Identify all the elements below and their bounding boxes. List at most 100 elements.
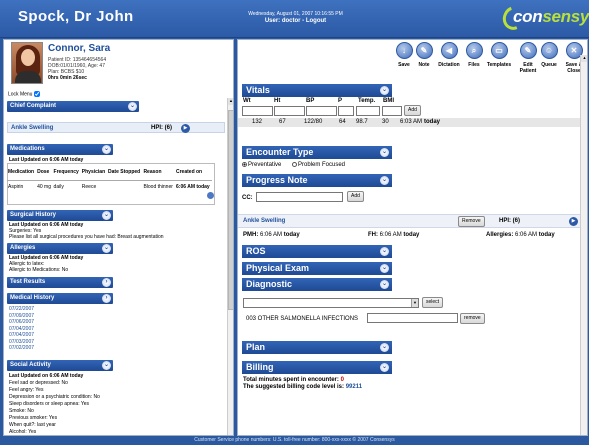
chevron-down-icon[interactable]: ⌄ (380, 148, 389, 157)
dictation-button[interactable]: ◀ Dictation (436, 42, 462, 68)
section-plan[interactable]: Plan ⌄ (242, 341, 392, 354)
diagnosis-note-input[interactable] (367, 313, 458, 323)
add-cc-button[interactable]: Add (347, 191, 364, 202)
files-button[interactable]: ⌕ Files (463, 42, 485, 68)
section-title: Encounter Type (246, 147, 314, 157)
cc-input[interactable] (256, 192, 343, 202)
section-progress-note[interactable]: Progress Note ⌄ (242, 174, 392, 187)
patient-summary-pane: Connor, Sara Patient ID: 135464654564 DO… (3, 39, 234, 436)
chevron-right-icon[interactable]: › (102, 278, 111, 287)
chevron-down-icon[interactable]: ⌄ (102, 244, 111, 253)
vital-value: 132 (252, 119, 263, 125)
scroll-thumb[interactable] (228, 110, 233, 310)
section-allergies[interactable]: Allergies ⌄ (7, 243, 113, 254)
save-button[interactable]: ↓ Save (393, 42, 415, 68)
section-physical-exam[interactable]: Physical Exam ⌄ (242, 262, 392, 275)
complaint-row[interactable]: Ankle Swelling Remove HPI: (6) ▶ (238, 214, 580, 228)
logo-part1: con (513, 7, 543, 26)
section-diagnostic[interactable]: Diagnostic ⌄ (242, 278, 392, 291)
select-button[interactable]: select (422, 297, 444, 308)
remove-complaint-button[interactable]: Remove (458, 216, 485, 227)
section-ros[interactable]: ROS ⌄ (242, 245, 392, 258)
left-scrollbar[interactable]: ▲ (227, 98, 233, 435)
allergies-when: today (538, 232, 555, 238)
complaint-label[interactable]: Ankle Swelling (243, 218, 285, 224)
scroll-up-icon[interactable]: ▲ (581, 55, 587, 62)
row-action-icon[interactable] (207, 192, 214, 199)
chevron-right-icon[interactable]: › (102, 294, 111, 303)
col-reason: Reason (142, 164, 175, 181)
pencil-icon: ✎ (415, 42, 433, 59)
section-medications[interactable]: Medications ⌄ (7, 144, 113, 155)
allergy-line: Allergic to Medications: No (9, 267, 69, 273)
radio-selected-icon[interactable] (242, 162, 247, 167)
table-header-row: Medication Dose Frequency Physician Date… (7, 164, 212, 181)
chevron-down-icon[interactable]: ⌄ (380, 86, 389, 95)
chevron-down-icon[interactable]: ⌄ (380, 264, 389, 273)
billing-label: The suggested billing code level is: (243, 384, 345, 390)
vital-label-temp: Temp. (358, 98, 376, 104)
vital-label-bp: BP (306, 98, 315, 104)
user-name: doctor (281, 18, 301, 24)
logout-link[interactable]: Logout (306, 18, 326, 24)
scroll-up-icon[interactable]: ▲ (228, 98, 233, 105)
section-vitals[interactable]: Vitals ⌄ (242, 84, 392, 97)
user-separator: - (302, 18, 305, 24)
p-input[interactable] (338, 106, 354, 116)
cc-item-row[interactable]: Ankle Swelling HPI: (6) ▶ (7, 122, 225, 133)
section-test-results[interactable]: Test Results › (7, 277, 113, 288)
chevron-down-icon[interactable]: ⌄ (102, 361, 111, 370)
section-medical-history[interactable]: Medical History › (7, 293, 113, 304)
section-surgical-history[interactable]: Surgical History ⌄ (7, 210, 113, 221)
radio-icon[interactable] (292, 162, 297, 167)
templates-button[interactable]: ▭ Templates (484, 42, 514, 68)
allergies-time: 6:06 AM (515, 232, 538, 238)
chevron-down-icon[interactable]: ⌄ (380, 176, 389, 185)
temp-input[interactable] (356, 106, 380, 116)
table-row[interactable]: Aspirin 40 mg daily Reece Blood thinner … (7, 180, 212, 194)
encounter-pane: ↓ Save ✎ Note ◀ Dictation ⌕ Files ▭ Templates… (237, 39, 588, 436)
diagnosis-select[interactable]: ▼ (243, 298, 419, 308)
wt-input[interactable] (242, 106, 273, 116)
chevron-down-icon[interactable]: ⌄ (380, 343, 389, 352)
patient-photo (11, 42, 43, 84)
cc-item-label[interactable]: Ankle Swelling (11, 125, 53, 131)
ht-input[interactable] (274, 106, 305, 116)
add-vitals-button[interactable]: Add (404, 105, 421, 116)
section-social-activity[interactable]: Social Activity ⌄ (7, 360, 113, 371)
chevron-down-icon[interactable]: ▼ (411, 299, 418, 307)
section-title: ROS (246, 246, 266, 256)
chevron-down-icon[interactable]: ⌄ (102, 211, 111, 220)
chevron-down-icon[interactable]: ⌄ (380, 363, 389, 372)
right-scrollbar[interactable]: ▲ (580, 55, 587, 435)
lock-menu-checkbox[interactable] (33, 91, 40, 97)
vital-value: 6:03 AM (400, 119, 423, 125)
section-title: Diagnostic (246, 279, 293, 289)
current-date: Wednesday, August 01, 2007 10:16:55 PM (248, 11, 343, 17)
remove-diagnosis-button[interactable]: remove (460, 313, 485, 324)
vital-value: 98.7 (356, 119, 368, 125)
session-info: Wednesday, August 01, 2007 10:16:55 PM U… (233, 11, 358, 25)
arrow-right-icon[interactable]: ▶ (181, 124, 190, 133)
med-history-link[interactable]: 07/02/2007 (9, 345, 34, 352)
section-chief-complaint[interactable]: Chief Complaint ⌄ (7, 101, 139, 112)
col-physician: Physician (80, 164, 108, 181)
queue-button[interactable]: ☺ Queue (538, 42, 560, 68)
bmi-input[interactable] (382, 106, 402, 116)
bp-input[interactable] (306, 106, 337, 116)
radio-problem-focused[interactable]: Problem Focused (292, 162, 345, 168)
radio-preventative[interactable]: Preventative (242, 162, 281, 168)
note-button[interactable]: ✎ Note (413, 42, 435, 68)
arrow-right-icon[interactable]: ▶ (569, 217, 578, 226)
section-title: Progress Note (246, 175, 308, 185)
medications-table: Medication Dose Frequency Physician Date… (7, 164, 212, 194)
section-encounter-type[interactable]: Encounter Type ⌄ (242, 146, 392, 159)
vital-value: 122/80 (304, 119, 323, 125)
chevron-down-icon[interactable]: ⌄ (102, 145, 111, 154)
chevron-down-icon[interactable]: ⌄ (128, 102, 137, 111)
chevron-down-icon[interactable]: ⌄ (380, 247, 389, 256)
section-billing[interactable]: Billing ⌄ (242, 361, 392, 374)
vitals-values-row: 132 67 122/80 64 98.7 30 6:03 AM today (238, 118, 580, 127)
chevron-down-icon[interactable]: ⌄ (380, 280, 389, 289)
edit-patient-button[interactable]: ✎ Edit Patient (517, 42, 539, 74)
